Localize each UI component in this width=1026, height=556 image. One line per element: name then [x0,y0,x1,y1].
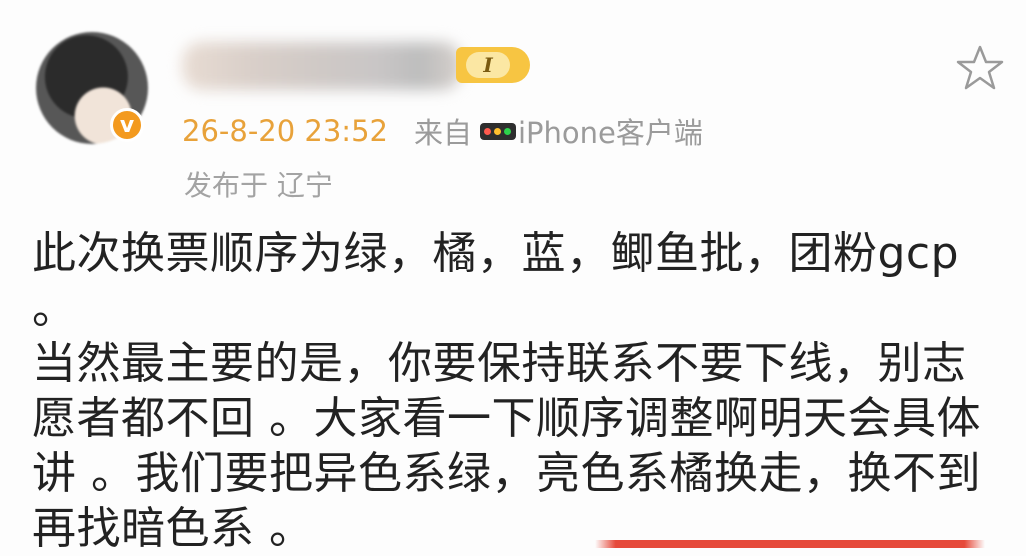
post-timestamp[interactable]: 26-8-20 23:52 [182,114,388,148]
post-location: 发布于 辽宁 [184,169,333,202]
username-blurred[interactable] [182,42,462,90]
level-badge-label: I [466,52,510,78]
app-dots-icon [480,122,516,140]
user-level-badge[interactable]: I [456,47,530,83]
post-meta: 26-8-20 23:52 来自 iPhone客户端 [182,110,703,152]
verified-badge-icon: v [110,108,144,142]
source-label: 来自 [413,116,472,150]
post-header: v I 26-8-20 23:52 来自 iPhone客户端 发布于 辽宁 [0,0,1026,210]
star-outline-icon[interactable] [956,44,1004,92]
bottom-accent-bar [0,540,1026,548]
source-device[interactable]: iPhone客户端 [518,110,703,152]
post-content: 此次换票顺序为绿，橘，蓝，鲫鱼批，团粉gcp 。 当然最主要的是，你要保持联系不… [32,228,981,554]
